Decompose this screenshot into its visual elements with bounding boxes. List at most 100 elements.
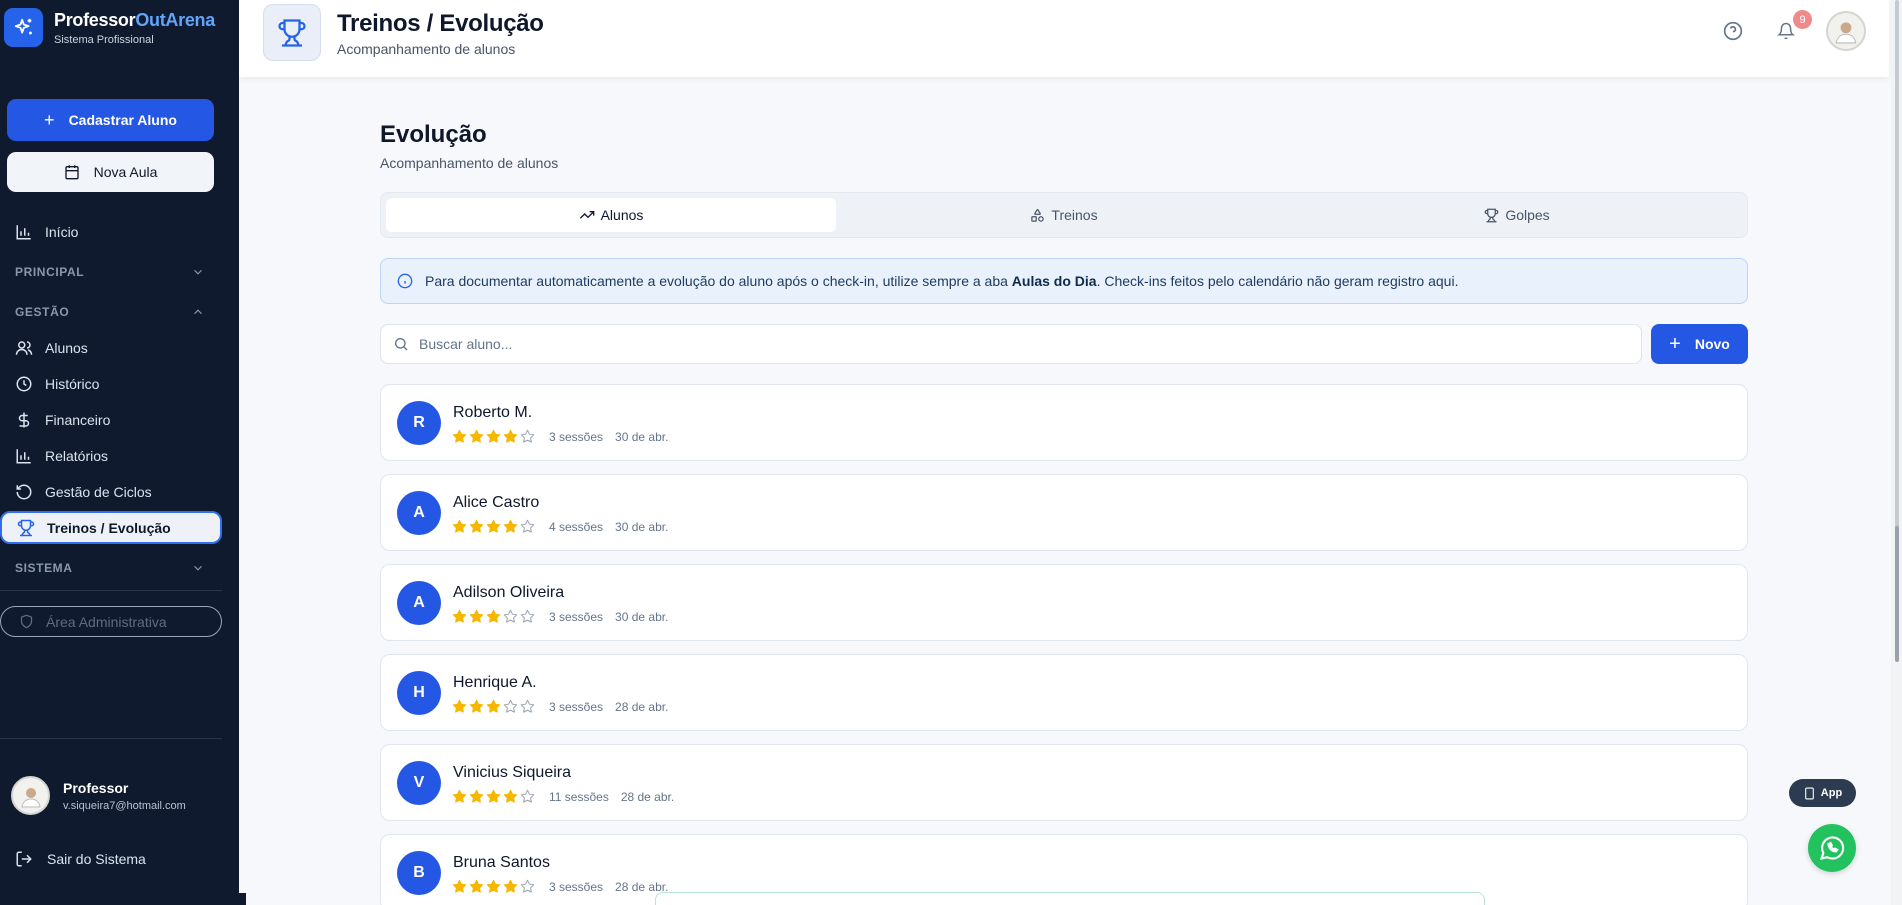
partial-panel bbox=[655, 892, 1485, 905]
brand-name: ProfessorOutArena bbox=[54, 9, 215, 30]
sidebar-item-relatorios[interactable]: Relatórios bbox=[15, 447, 108, 465]
sidebar-edge bbox=[239, 893, 246, 905]
divider bbox=[0, 738, 222, 739]
brand-subtitle: Sistema Profissional bbox=[54, 33, 154, 46]
bell-icon[interactable] bbox=[1776, 21, 1796, 46]
star-filled-icon bbox=[486, 699, 502, 715]
sparkles-icon bbox=[4, 8, 43, 47]
student-name: Henrique A. bbox=[453, 674, 537, 691]
user-email: v.siqueira7@hotmail.com bbox=[63, 799, 186, 812]
star-rating bbox=[452, 519, 537, 535]
help-icon[interactable] bbox=[1723, 21, 1743, 46]
student-name: Adilson Oliveira bbox=[453, 584, 565, 601]
trending-up-icon bbox=[579, 211, 594, 219]
bar-chart-icon bbox=[16, 225, 31, 240]
divider bbox=[0, 590, 222, 591]
section-principal[interactable]: PRINCIPAL bbox=[15, 265, 205, 279]
sidebar-item-inicio[interactable]: Início bbox=[15, 223, 78, 241]
tab-treinos[interactable]: Treinos bbox=[839, 198, 1289, 232]
star-empty-icon bbox=[520, 789, 536, 805]
chevron-up-icon bbox=[194, 309, 202, 315]
star-empty-icon bbox=[520, 429, 536, 445]
app-button[interactable]: App bbox=[1789, 779, 1856, 807]
student-avatar: V bbox=[397, 761, 441, 805]
student-card[interactable]: V Vinicius Siqueira 11 sessões 28 de abr. bbox=[380, 744, 1748, 821]
search-input[interactable] bbox=[419, 336, 1519, 352]
star-filled-icon bbox=[503, 519, 519, 535]
whatsapp-button[interactable] bbox=[1808, 824, 1856, 872]
sidebar-item-treinos-evolucao[interactable]: Treinos / Evolução bbox=[0, 511, 222, 544]
last-session-date: 30 de abr. bbox=[615, 520, 669, 534]
star-empty-icon bbox=[520, 519, 536, 535]
area-administrativa-button[interactable]: Área Administrativa bbox=[0, 606, 222, 637]
cadastrar-aluno-button[interactable]: + Cadastrar Aluno bbox=[7, 99, 214, 141]
novo-button[interactable]: + Novo bbox=[1651, 324, 1748, 364]
chevron-down-icon bbox=[194, 269, 202, 275]
sidebar-item-historico[interactable]: Histórico bbox=[15, 375, 99, 393]
star-empty-icon bbox=[503, 699, 519, 715]
sidebar-item-alunos[interactable]: Alunos bbox=[15, 339, 88, 357]
chevron-down-icon bbox=[194, 565, 202, 571]
star-filled-icon bbox=[486, 879, 502, 895]
trophy-icon bbox=[17, 519, 35, 536]
student-meta: 3 sessões 30 de abr. bbox=[452, 429, 668, 445]
search-icon bbox=[395, 338, 408, 351]
student-card[interactable]: A Alice Castro 4 sessões 30 de abr. bbox=[380, 474, 1748, 551]
student-meta: 3 sessões 28 de abr. bbox=[452, 699, 668, 715]
student-name: Bruna Santos bbox=[453, 854, 550, 871]
student-meta: 3 sessões 28 de abr. bbox=[452, 879, 668, 895]
logout-button[interactable]: Sair do Sistema bbox=[15, 850, 146, 868]
student-avatar: R bbox=[397, 401, 441, 445]
tab-golpes[interactable]: Golpes bbox=[1292, 198, 1742, 232]
session-count: 3 sessões bbox=[549, 430, 604, 444]
star-filled-icon bbox=[452, 789, 468, 805]
student-avatar: B bbox=[397, 851, 441, 895]
scrollbar-thumb[interactable] bbox=[1895, 526, 1899, 662]
star-rating bbox=[452, 699, 537, 715]
student-meta: 4 sessões 30 de abr. bbox=[452, 519, 668, 535]
tab-bar: Alunos Treinos Golpes bbox=[380, 192, 1748, 238]
dollar-icon bbox=[18, 412, 30, 428]
student-name: Roberto M. bbox=[453, 404, 533, 421]
users-icon bbox=[15, 341, 33, 355]
shield-icon bbox=[20, 614, 33, 629]
student-card[interactable]: H Henrique A. 3 sessões 28 de abr. bbox=[380, 654, 1748, 731]
student-name: Alice Castro bbox=[453, 494, 540, 511]
star-filled-icon bbox=[486, 609, 502, 625]
page-header-subtitle: Acompanhamento de alunos bbox=[337, 41, 516, 57]
star-filled-icon bbox=[503, 429, 519, 445]
student-card[interactable]: A Adilson Oliveira 3 sessões 30 de abr. bbox=[380, 564, 1748, 641]
last-session-date: 28 de abr. bbox=[620, 790, 675, 804]
session-count: 3 sessões bbox=[549, 610, 604, 624]
install-icon bbox=[1804, 787, 1814, 799]
student-card[interactable]: R Roberto M. 3 sessões 30 de abr. bbox=[380, 384, 1748, 461]
section-sistema[interactable]: SISTEMA bbox=[15, 561, 205, 575]
trophy-icon bbox=[263, 4, 321, 61]
user-name: Professor bbox=[63, 779, 129, 796]
logout-icon bbox=[16, 851, 32, 867]
section-gestao[interactable]: GESTÃO bbox=[15, 305, 205, 319]
user-profile[interactable]: Professor v.siqueira7@hotmail.com bbox=[11, 776, 186, 815]
star-filled-icon bbox=[452, 429, 468, 445]
sidebar-item-gestao-ciclos[interactable]: Gestão de Ciclos bbox=[15, 483, 152, 501]
whatsapp-icon bbox=[1819, 836, 1845, 860]
search-box bbox=[380, 324, 1642, 364]
star-rating bbox=[452, 879, 537, 895]
brand[interactable]: ProfessorOutArena Sistema Profissional bbox=[4, 8, 215, 47]
star-empty-icon bbox=[520, 879, 536, 895]
trophy-icon bbox=[1485, 208, 1499, 222]
avatar[interactable] bbox=[1826, 11, 1866, 51]
rotate-icon bbox=[16, 484, 32, 500]
session-count: 3 sessões bbox=[549, 880, 604, 894]
clock-icon bbox=[16, 376, 32, 392]
star-empty-icon bbox=[503, 609, 519, 625]
nova-aula-button[interactable]: Nova Aula bbox=[7, 152, 214, 192]
notification-badge: 9 bbox=[1793, 10, 1812, 29]
star-filled-icon bbox=[469, 699, 485, 715]
star-filled-icon bbox=[486, 789, 502, 805]
page-title: Evolução bbox=[380, 121, 487, 148]
session-count: 3 sessões bbox=[549, 700, 604, 714]
info-link-aulas: Aulas do Dia bbox=[1011, 273, 1097, 289]
tab-alunos[interactable]: Alunos bbox=[386, 198, 836, 232]
sidebar-item-financeiro[interactable]: Financeiro bbox=[15, 411, 110, 429]
